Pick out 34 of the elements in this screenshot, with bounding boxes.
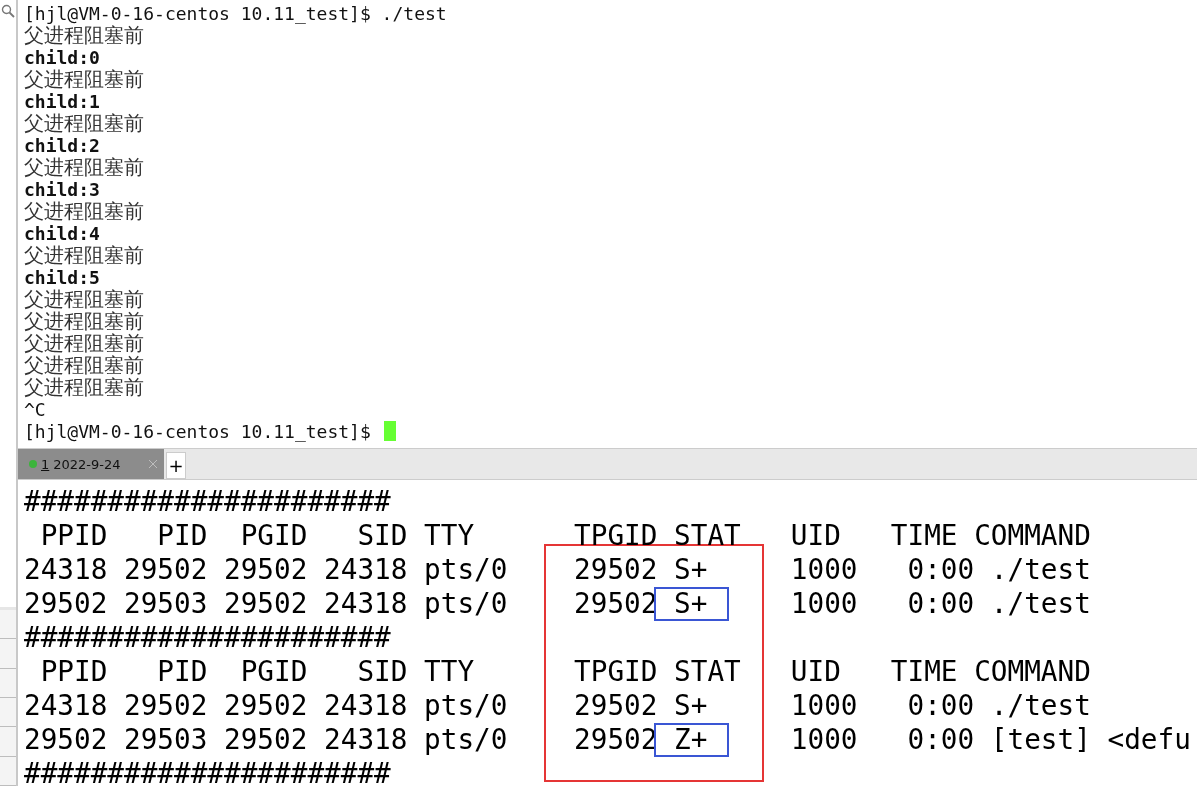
output-line: child:0 <box>24 46 100 68</box>
output-line: 父进程阻塞前 <box>24 308 144 333</box>
prompt-line: ^C <box>24 398 46 420</box>
output-line: 父进程阻塞前 <box>24 285 144 311</box>
output-line: 父进程阻塞前 <box>24 197 144 225</box>
session-tab[interactable]: 1 2022-9-24 <box>18 449 164 479</box>
tab-number: 1 <box>41 456 50 472</box>
prompt-line: [hjl@VM-0-16-centos 10.11_test]$ <box>24 420 372 442</box>
new-tab-button[interactable]: + <box>166 452 186 479</box>
output-line: 父进程阻塞前 <box>24 374 144 401</box>
output-line: 父进程阻塞前 <box>24 330 144 355</box>
output-line: child:4 <box>24 222 100 244</box>
search-icon[interactable] <box>1 4 15 18</box>
output-line: ###################### <box>24 620 391 654</box>
output-line: 父进程阻塞前 <box>24 352 144 377</box>
output-line: child:2 <box>24 134 100 156</box>
output-line: 29502 29503 29502 24318 pts/0 29502 S+ 1000 0:00 ./test <box>24 586 1091 620</box>
prompt-line: [hjl@VM-0-16-centos 10.11_test]$ ./test <box>24 2 447 24</box>
output-line: child:5 <box>24 266 100 288</box>
output-line: ###################### <box>24 756 391 786</box>
output-line: 24318 29502 29502 24318 pts/0 29502 S+ 1000 0:00 ./test <box>24 688 1091 722</box>
output-line: 父进程阻塞前 <box>24 241 144 269</box>
output-line: PPID PID PGID SID TTY TPGID STAT UID TIME COMMAND <box>39 654 1091 688</box>
output-line: child:3 <box>24 178 100 200</box>
output-line: 父进程阻塞前 <box>24 109 144 137</box>
output-line: PPID PID PGID SID TTY TPGID STAT UID TIME COMMAND <box>39 518 1091 552</box>
output-line: 父进程阻塞前 <box>24 153 144 181</box>
output-line: ###################### <box>24 484 391 518</box>
output-line: 父进程阻塞前 <box>24 22 144 49</box>
output-line: 24318 29502 29502 24318 pts/0 29502 S+ 1000 0:00 ./test <box>24 552 1091 586</box>
output-line: child:1 <box>24 90 100 112</box>
output-line: 父进程阻塞前 <box>24 65 144 93</box>
output-line: 29502 29503 29502 24318 pts/0 29502 Z+ 1000 0:00 [test] <defu <box>24 722 1191 756</box>
tab-label: 2022-9-24 <box>53 456 121 472</box>
